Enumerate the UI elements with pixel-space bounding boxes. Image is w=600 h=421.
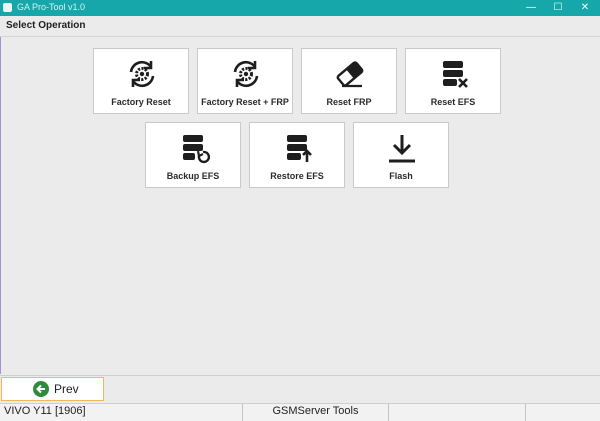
factory-reset-frp-button[interactable]: Factory Reset + FRP xyxy=(197,48,293,114)
reset-efs-label: Reset EFS xyxy=(430,97,476,107)
maximize-button[interactable]: ☐ xyxy=(545,0,571,16)
settings-sync-icon xyxy=(129,60,155,88)
restore-efs-label: Restore EFS xyxy=(270,171,324,181)
backup-efs-button[interactable]: Backup EFS xyxy=(145,122,241,188)
flash-label: Flash xyxy=(389,171,413,181)
status-device: VIVO Y11 [1906] xyxy=(0,404,243,421)
settings-sync-icon xyxy=(233,60,259,88)
reset-frp-button[interactable]: Reset FRP xyxy=(301,48,397,114)
status-bar: VIVO Y11 [1906] GSMServer Tools xyxy=(0,403,600,421)
prev-button[interactable]: Prev xyxy=(1,377,104,401)
close-button[interactable]: ✕ xyxy=(572,0,598,16)
status-slot-3 xyxy=(389,404,526,421)
minimize-button[interactable]: — xyxy=(518,0,544,16)
download-icon xyxy=(389,135,415,163)
status-brand: GSMServer Tools xyxy=(243,404,389,421)
database-upload-icon xyxy=(287,135,312,162)
reset-frp-label: Reset FRP xyxy=(326,97,372,107)
factory-reset-label: Factory Reset xyxy=(111,97,171,107)
title-bar: GA Pro-Tool v1.0 — ☐ ✕ xyxy=(0,0,600,16)
database-backup-icon xyxy=(183,135,210,164)
footer-divider xyxy=(0,375,600,376)
left-edge-line xyxy=(0,37,1,374)
factory-reset-button[interactable]: Factory Reset xyxy=(93,48,189,114)
flash-button[interactable]: Flash xyxy=(353,122,449,188)
eraser-icon xyxy=(336,61,364,88)
factory-reset-frp-label: Factory Reset + FRP xyxy=(201,97,289,107)
backup-efs-label: Backup EFS xyxy=(166,171,220,181)
section-title: Select Operation xyxy=(6,20,86,31)
database-x-icon xyxy=(443,61,468,88)
window-title: GA Pro-Tool v1.0 xyxy=(17,2,86,12)
section-header: Select Operation xyxy=(0,16,600,37)
prev-label: Prev xyxy=(54,382,79,396)
back-arrow-icon xyxy=(33,381,49,397)
app-icon xyxy=(3,3,12,12)
restore-efs-button[interactable]: Restore EFS xyxy=(249,122,345,188)
status-slot-4 xyxy=(526,404,600,421)
reset-efs-button[interactable]: Reset EFS xyxy=(405,48,501,114)
